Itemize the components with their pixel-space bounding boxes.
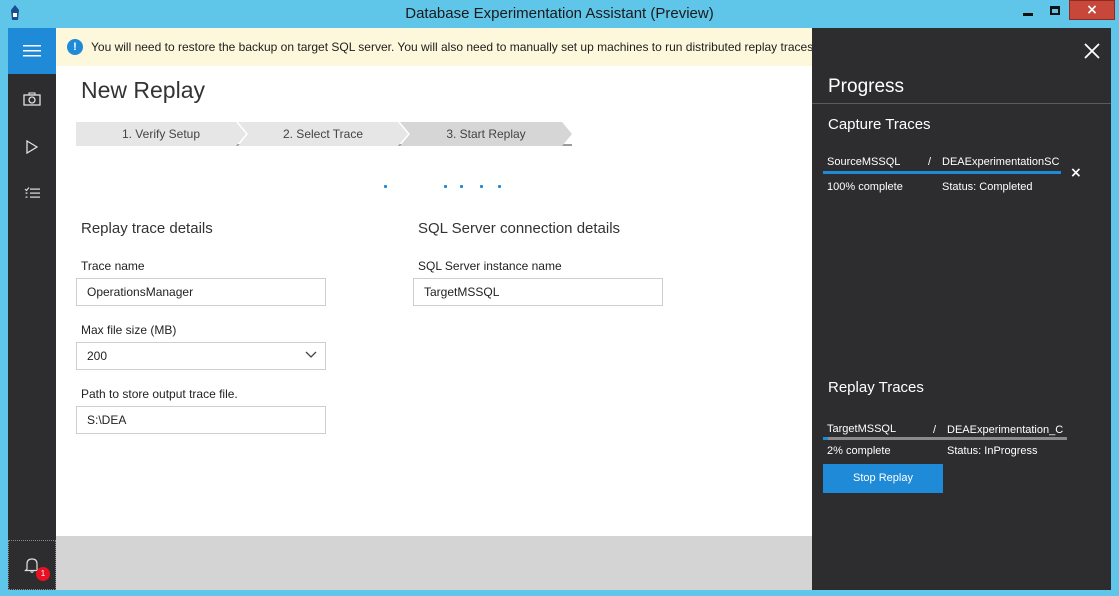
nav-capture-button[interactable]: [8, 76, 56, 122]
nav-menu-button[interactable]: [8, 28, 56, 74]
loading-dot: [480, 185, 483, 188]
footer-bar: [56, 536, 812, 590]
nav-analysis-button[interactable]: [8, 170, 56, 216]
left-nav: 1: [8, 28, 56, 590]
nav-replay-button[interactable]: [8, 124, 56, 170]
capture-server-name: SourceMSSQL: [827, 156, 901, 168]
max-file-size-label: Max file size (MB): [81, 323, 177, 337]
window-title: Database Experimentation Assistant (Prev…: [405, 5, 714, 22]
close-icon: ×: [1086, 2, 1098, 18]
page-title: New Replay: [81, 77, 205, 103]
maximize-icon: [1049, 5, 1060, 15]
notification-count-badge: 1: [36, 567, 50, 581]
replay-trace-name: DEAExperimentation_C: [947, 424, 1064, 436]
loading-dot: [460, 185, 463, 188]
minimize-icon: [1022, 12, 1033, 16]
output-path-field[interactable]: S:\DEA: [76, 406, 326, 434]
banner-message: You will need to restore the backup on t…: [91, 40, 812, 54]
capture-traces-heading: Capture Traces: [828, 116, 931, 133]
step-select-trace[interactable]: 2. Select Trace: [238, 122, 408, 146]
max-file-size-value: 200: [87, 349, 108, 363]
progress-title: Progress: [828, 76, 905, 97]
replay-progress-fill: [823, 437, 828, 440]
main-content: ! You will need to restore the backup on…: [56, 28, 812, 590]
capture-separator: /: [928, 156, 932, 168]
play-icon: [26, 140, 38, 154]
close-panel-icon[interactable]: [1083, 42, 1101, 60]
hamburger-icon: [23, 45, 41, 57]
max-file-size-select[interactable]: 200: [76, 342, 326, 370]
sql-instance-label: SQL Server instance name: [418, 259, 562, 273]
replay-traces-heading: Replay Traces: [828, 379, 924, 396]
title-bar: Database Experimentation Assistant (Prev…: [0, 0, 1119, 27]
replay-progress-bar: [823, 437, 1067, 440]
capture-status-text: Status: Completed: [942, 181, 1033, 193]
maximize-button[interactable]: [1041, 0, 1068, 20]
replay-trace-details-heading: Replay trace details: [81, 220, 213, 237]
replay-server-name: TargetMSSQL: [827, 423, 897, 435]
remove-capture-icon[interactable]: ×: [1070, 165, 1082, 181]
minimize-button[interactable]: [1014, 0, 1041, 20]
replay-separator: /: [933, 424, 937, 436]
capture-complete-text: 100% complete: [827, 181, 903, 193]
replay-status-text: Status: InProgress: [947, 445, 1038, 457]
trace-name-label: Trace name: [81, 259, 145, 273]
notifications-button[interactable]: 1: [8, 540, 56, 590]
sql-instance-field[interactable]: TargetMSSQL: [413, 278, 663, 306]
close-window-button[interactable]: ×: [1069, 0, 1115, 20]
capture-progress-bar: [823, 171, 1061, 174]
loading-dot: [384, 185, 387, 188]
output-path-label: Path to store output trace file.: [81, 387, 238, 401]
step-verify-setup[interactable]: 1. Verify Setup: [76, 122, 246, 146]
progress-panel: Progress Capture Traces SourceMSSQL / DE…: [812, 28, 1111, 590]
loading-dot: [444, 185, 447, 188]
replay-complete-text: 2% complete: [827, 445, 891, 457]
wizard-steps: 1. Verify Setup 2. Select Trace 3. Start…: [76, 122, 572, 146]
chevron-down-icon: [305, 351, 317, 358]
info-icon: !: [67, 39, 83, 55]
camera-icon: [23, 92, 41, 106]
checklist-icon: [24, 187, 40, 198]
stop-replay-button[interactable]: Stop Replay: [823, 464, 943, 493]
loading-dot: [498, 185, 501, 188]
capture-trace-name: DEAExperimentationSC: [942, 156, 1060, 168]
progress-divider: [812, 103, 1111, 104]
info-banner: ! You will need to restore the backup on…: [56, 28, 812, 66]
sql-connection-details-heading: SQL Server connection details: [418, 220, 621, 237]
step-start-replay[interactable]: 3. Start Replay: [400, 122, 572, 146]
capture-progress-fill: [823, 171, 1061, 174]
trace-name-field[interactable]: OperationsManager: [76, 278, 326, 306]
